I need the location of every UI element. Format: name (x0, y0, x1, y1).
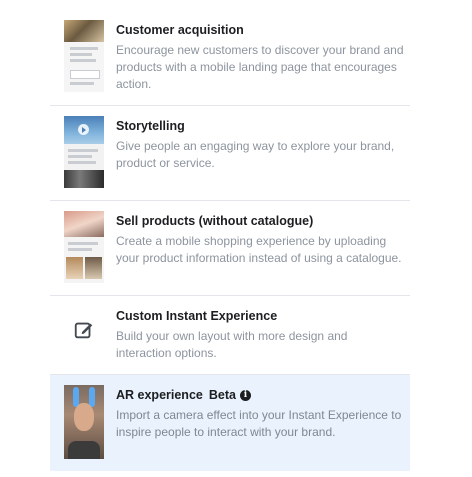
template-option-sell-products[interactable]: Sell products (without catalogue) Create… (50, 201, 410, 296)
template-option-customer-acquisition[interactable]: Customer acquisition Encourage new custo… (50, 10, 410, 106)
video-story-thumbnail (64, 116, 104, 188)
option-title: Sell products (without catalogue) (116, 214, 314, 228)
option-description: Give people an engaging way to explore y… (116, 139, 395, 170)
info-icon[interactable]: i (239, 389, 251, 401)
template-option-ar-experience[interactable]: AR experience Beta i Import a camera eff… (50, 375, 410, 471)
beta-badge: Beta (208, 388, 236, 402)
option-description: Create a mobile shopping experience by u… (116, 234, 402, 265)
instant-experience-template-list: Customer acquisition Encourage new custo… (50, 10, 410, 471)
template-option-storytelling[interactable]: Storytelling Give people an engaging way… (50, 106, 410, 201)
option-description: Encourage new customers to discover your… (116, 43, 404, 91)
option-title-row: AR experience Beta i (116, 387, 404, 403)
option-title: AR experience (116, 388, 203, 402)
option-description: Import a camera effect into your Instant… (116, 408, 402, 439)
landing-page-thumbnail (64, 20, 104, 92)
option-title: Storytelling (116, 119, 185, 133)
play-icon (78, 124, 89, 135)
template-option-custom-instant-experience[interactable]: Custom Instant Experience Build your own… (50, 296, 410, 375)
ar-face-thumbnail (64, 385, 104, 459)
shopping-thumbnail (64, 211, 104, 283)
option-description: Build your own layout with more design a… (116, 329, 348, 360)
option-title: Custom Instant Experience (116, 309, 278, 323)
option-title: Customer acquisition (116, 23, 244, 37)
edit-icon (64, 306, 104, 354)
